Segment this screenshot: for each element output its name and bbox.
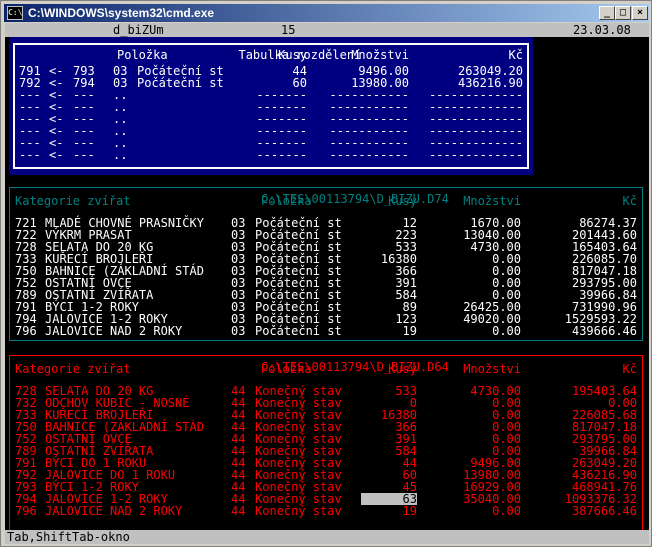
maximize-button[interactable]: □ xyxy=(615,6,631,20)
close-button[interactable]: × xyxy=(632,6,648,20)
count: 19 xyxy=(402,324,417,338)
category-id: 796 xyxy=(15,324,37,338)
end-state-panel[interactable]: C:\TES\00113794\D_BIZU.D64 Kategorie zví… xyxy=(9,349,643,531)
program-name: d_biZUm xyxy=(113,23,164,37)
status-bar: Tab,ShiftTab-okno xyxy=(5,530,649,544)
column-header-category: Kategorie zvířat xyxy=(15,362,131,376)
arrow: <- xyxy=(49,148,64,162)
column-header-count: Kusy xyxy=(388,362,417,376)
title-bar[interactable]: C:\ C:\WINDOWS\system32\cmd.exe _ □ × xyxy=(4,4,649,22)
date-display: 23.03.08 xyxy=(573,23,631,37)
column-header-quantity: Množstvi xyxy=(463,194,521,208)
console-area[interactable]: d_biZUm 15 23.03.08 Tabulka rozdělení Po… xyxy=(5,23,649,544)
target-id: --- xyxy=(73,148,95,162)
column-header-category: Kategorie zvířat xyxy=(15,194,131,208)
item-name: Počáteční st xyxy=(137,76,224,90)
price: ------------- xyxy=(429,148,523,162)
column-header-count: Kusy xyxy=(278,48,307,62)
column-header-quantity: Množstvi xyxy=(463,362,521,376)
item-code: 44 xyxy=(231,504,246,518)
category-name: JALOVICE NAD 2 ROKY xyxy=(45,324,183,338)
column-header-item: Položka xyxy=(261,362,312,376)
quantity: 0.00 xyxy=(492,504,521,518)
column-header-price: Kč xyxy=(622,194,637,208)
key-hint: Tab,ShiftTab-okno xyxy=(7,530,130,544)
category-name: JALOVICE NAD 2 ROKY xyxy=(45,504,183,518)
minimize-button[interactable]: _ xyxy=(599,6,615,20)
column-header-price: Kč xyxy=(622,362,637,376)
price: 439666.46 xyxy=(571,324,637,338)
count: ------- xyxy=(256,148,307,162)
start-state-panel[interactable]: C:\TES\00113794\D_BIZU.D74 Kategorie zví… xyxy=(9,181,643,341)
price: 387666.46 xyxy=(571,504,637,518)
record-number: 15 xyxy=(281,23,296,37)
item-name: Počáteční st xyxy=(255,324,342,338)
item-name: Konečný stav xyxy=(255,504,342,518)
cmd-icon: C:\ xyxy=(7,6,23,20)
column-header-item: Položka xyxy=(117,48,168,62)
column-header-count: Kusy xyxy=(388,194,417,208)
item-code: .. xyxy=(113,148,128,162)
item-code: 03 xyxy=(231,324,246,338)
quantity: 0.00 xyxy=(492,324,521,338)
quantity: ----------- xyxy=(329,148,409,162)
top-bar: d_biZUm 15 23.03.08 xyxy=(5,23,649,37)
distribution-panel[interactable]: Tabulka rozdělení Položka Kusy Množstvi … xyxy=(9,37,533,175)
count: 19 xyxy=(402,504,417,518)
category-id: 796 xyxy=(15,504,37,518)
column-header-quantity: Množstvi xyxy=(351,48,409,62)
console-window: C:\ C:\WINDOWS\system32\cmd.exe _ □ × d_… xyxy=(0,0,652,547)
column-header-price: Kč xyxy=(508,48,523,62)
column-header-item: Položka xyxy=(261,194,312,208)
count: 533 xyxy=(395,384,417,398)
source-id: --- xyxy=(19,148,41,162)
window-title: C:\WINDOWS\system32\cmd.exe xyxy=(28,6,215,20)
